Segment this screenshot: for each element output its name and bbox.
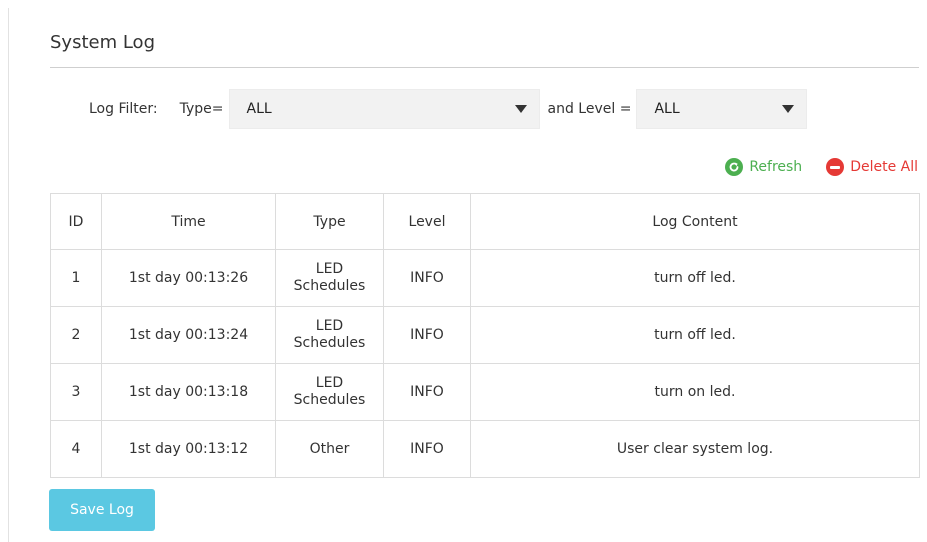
cell-level: INFO [383, 420, 471, 478]
cell-level: INFO [383, 363, 471, 421]
cell-id: 2 [50, 306, 102, 364]
cell-type-line1: LED [315, 318, 344, 334]
cell-id: 3 [50, 363, 102, 421]
column-header-level: Level [383, 193, 471, 250]
cell-time: 1st day 00:13:18 [101, 363, 276, 421]
chevron-down-icon [782, 105, 795, 113]
cell-id: 1 [50, 249, 102, 307]
delete-icon [826, 158, 845, 176]
cell-type-line2: Schedules [293, 278, 366, 294]
level-select[interactable]: ALL [636, 89, 808, 129]
cell-log-content: User clear system log. [470, 420, 920, 478]
cell-type: LED Schedules [275, 249, 384, 307]
table-header-row: ID Time Type Level Log Content [50, 193, 920, 250]
panel-border [8, 8, 9, 542]
type-filter-label: Type= [179, 101, 224, 117]
log-actions: Refresh Delete All [725, 158, 918, 176]
cell-level: INFO [383, 249, 471, 307]
title-divider [50, 67, 919, 68]
table-row: 2 1st day 00:13:24 LED Schedules INFO tur… [50, 306, 920, 364]
table-row: 3 1st day 00:13:18 LED Schedules INFO tur… [50, 363, 920, 421]
refresh-icon [725, 158, 744, 176]
column-header-time: Time [101, 193, 276, 250]
cell-type-line1: LED [315, 261, 344, 277]
cell-level: INFO [383, 306, 471, 364]
log-filter-label: Log Filter: [89, 101, 158, 117]
type-select-value: ALL [246, 101, 272, 117]
table-row: 1 1st day 00:13:26 LED Schedules INFO tur… [50, 249, 920, 307]
cell-id: 4 [50, 420, 102, 478]
column-header-id: ID [50, 193, 102, 250]
cell-type: LED Schedules [275, 363, 384, 421]
cell-time: 1st day 00:13:12 [101, 420, 276, 478]
delete-all-button[interactable]: Delete All [826, 158, 918, 176]
cell-log-content: turn on led. [470, 363, 920, 421]
chevron-down-icon [514, 105, 527, 113]
level-select-value: ALL [654, 101, 680, 117]
type-select[interactable]: ALL [228, 89, 540, 129]
cell-time: 1st day 00:13:24 [101, 306, 276, 364]
cell-type: LED Schedules [275, 306, 384, 364]
table-row: 4 1st day 00:13:12 Other INFO User clear… [50, 420, 920, 478]
system-log-table: ID Time Type Level Log Content 1 1st day… [50, 193, 920, 478]
column-header-type: Type [275, 193, 384, 250]
cell-type-line2: Schedules [293, 392, 366, 408]
cell-type-line2: Schedules [293, 335, 366, 351]
cell-type-line1: LED [315, 375, 344, 391]
level-filter-label: and Level = [547, 101, 632, 117]
cell-log-content: turn off led. [470, 306, 920, 364]
cell-type: Other [275, 420, 384, 478]
cell-log-content: turn off led. [470, 249, 920, 307]
save-log-button[interactable]: Save Log [49, 489, 155, 531]
delete-all-label: Delete All [850, 159, 918, 175]
refresh-label: Refresh [749, 159, 803, 175]
page-title: System Log [50, 32, 155, 53]
log-filter-row: Log Filter: Type= ALL and Level = ALL [89, 89, 808, 129]
column-header-log-content: Log Content [470, 193, 920, 250]
cell-time: 1st day 00:13:26 [101, 249, 276, 307]
refresh-button[interactable]: Refresh [725, 158, 802, 176]
